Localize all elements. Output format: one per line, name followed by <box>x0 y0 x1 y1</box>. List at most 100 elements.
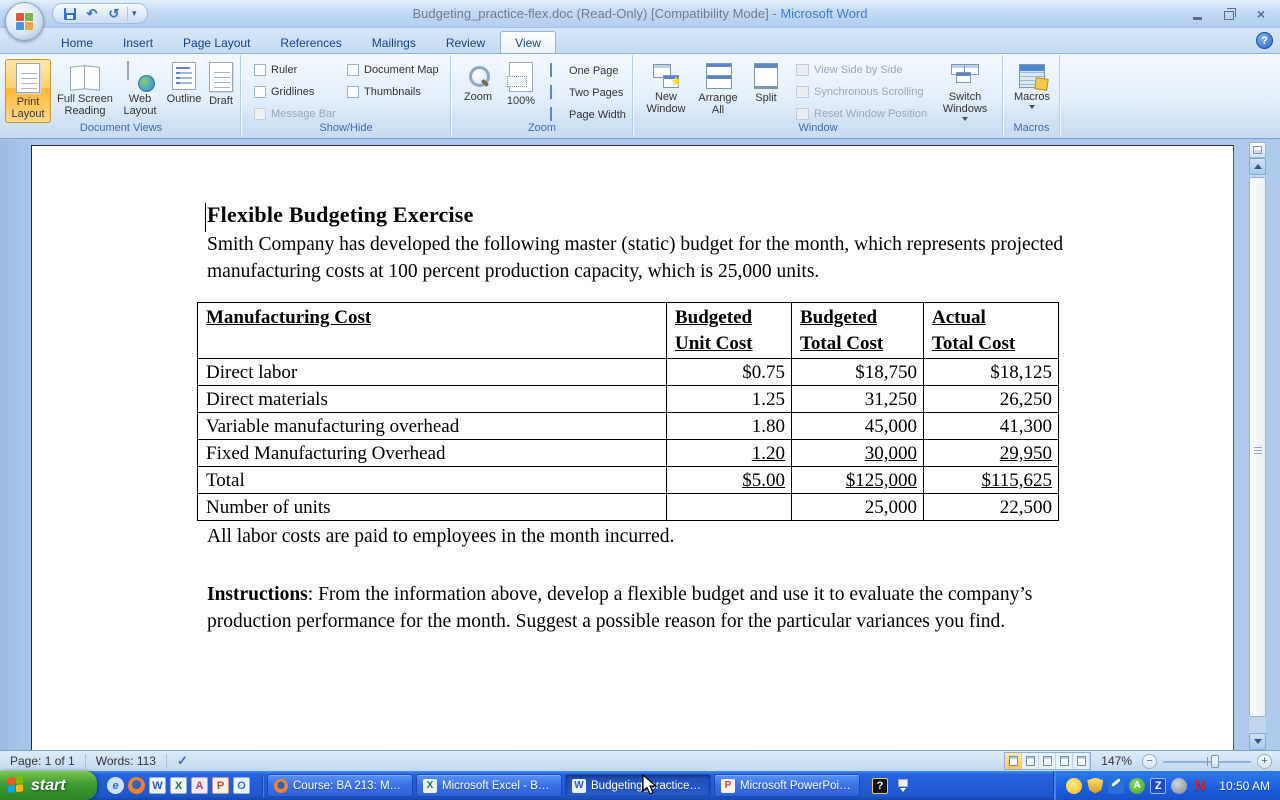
taskbar-clock[interactable]: 10:50 AM <box>1213 779 1270 793</box>
app-name-text: Microsoft Word <box>780 6 867 21</box>
tab-mailings[interactable]: Mailings <box>357 31 431 53</box>
web-layout-button[interactable]: Web Layout <box>118 59 162 123</box>
instructions-paragraph: Instructions: From the information above… <box>207 581 1069 635</box>
zoom-slider[interactable] <box>1163 754 1251 769</box>
document-page[interactable]: Flexible Budgeting Exercise Smith Compan… <box>31 145 1234 750</box>
statusbar-outline-button[interactable] <box>1056 753 1073 769</box>
task-word-budgeting-active[interactable]: W Budgeting_practice-fl... <box>565 774 711 797</box>
access-icon[interactable]: A <box>191 777 208 794</box>
close-button[interactable]: × <box>1252 7 1270 20</box>
zoom-slider-thumb[interactable] <box>1211 755 1219 768</box>
text-cursor <box>205 203 206 232</box>
office-button[interactable] <box>5 2 44 41</box>
scrollbar-track[interactable] <box>1249 175 1266 733</box>
table-row: Variable manufacturing overhead 1.80 45,… <box>198 413 1059 440</box>
firefox-icon[interactable] <box>128 777 145 794</box>
full-screen-reading-button[interactable]: Full Screen Reading <box>54 59 116 123</box>
arrange-all-button[interactable]: Arrange All <box>692 59 744 123</box>
page-width-button[interactable]: Page Width <box>550 108 626 121</box>
switch-windows-button[interactable]: Switch Windows <box>934 59 996 123</box>
task-powerpoint[interactable]: P Microsoft PowerPoint ... <box>714 774 860 797</box>
task-firefox-course[interactable]: Course: BA 213: Man... <box>267 774 413 797</box>
shield-tray-icon[interactable] <box>1087 778 1103 794</box>
group-macros: Macros Macros <box>1004 55 1060 137</box>
restore-icon <box>1224 11 1234 20</box>
view-ruler-toggle-button[interactable] <box>1249 142 1266 158</box>
statusbar-web-layout-button[interactable] <box>1039 753 1056 769</box>
table-total-row: Total $5.00 $125,000 $115,625 <box>198 467 1059 494</box>
draft-label: Draft <box>209 95 233 107</box>
tab-home[interactable]: Home <box>46 31 108 53</box>
statusbar-print-layout-button[interactable] <box>1005 753 1022 769</box>
z-app-tray-icon[interactable]: Z <box>1150 778 1166 794</box>
tools-tray-icon[interactable] <box>1108 778 1124 794</box>
print-layout-mini-icon <box>1009 756 1018 766</box>
scrollbar-thumb[interactable] <box>1249 177 1266 717</box>
header-budgeted-total-cost: BudgetedTotal Cost <box>792 303 924 359</box>
draft-button[interactable]: Draft <box>202 59 240 123</box>
tab-review[interactable]: Review <box>431 31 500 53</box>
zoom-100-button[interactable]: 100% <box>500 59 542 123</box>
statusbar-draft-button[interactable] <box>1073 753 1090 769</box>
statusbar-full-screen-button[interactable] <box>1022 753 1039 769</box>
scroll-down-button[interactable] <box>1249 733 1266 750</box>
audio-tray-icon[interactable] <box>1171 778 1187 794</box>
new-window-button[interactable]: New Window <box>642 59 690 123</box>
thumbnails-checkbox[interactable]: Thumbnails <box>347 86 421 98</box>
intro-paragraph: Smith Company has developed the followin… <box>207 231 1065 285</box>
tab-view[interactable]: View <box>500 31 556 53</box>
minimize-button[interactable] <box>1188 7 1206 20</box>
outline-button[interactable]: Outline <box>162 59 206 123</box>
help-button[interactable]: ? <box>1256 32 1273 49</box>
tab-insert[interactable]: Insert <box>108 31 168 53</box>
print-layout-button[interactable]: Print Layout <box>5 59 51 123</box>
zoom-level[interactable]: 147% <box>1097 754 1136 768</box>
ribbon-tab-strip: Home Insert Page Layout References Maili… <box>0 28 1280 53</box>
table-row: Direct materials 1.25 31,250 26,250 <box>198 386 1059 413</box>
macros-button[interactable]: Macros <box>1009 59 1055 123</box>
word-count[interactable]: Words: 113 <box>86 754 166 768</box>
powerpoint-icon[interactable]: P <box>212 777 229 794</box>
antivirus-tray-icon[interactable]: A <box>1129 778 1145 794</box>
zoom-button[interactable]: Zoom <box>458 59 498 123</box>
smiley-tray-icon[interactable] <box>1066 778 1082 794</box>
two-pages-icon <box>550 86 564 99</box>
one-page-button[interactable]: One Page <box>550 64 619 77</box>
document-title-text: Budgeting_practice-flex.doc (Read-Only) … <box>413 6 777 21</box>
split-button[interactable]: Split <box>746 59 786 123</box>
help-tray-icon[interactable]: ? <box>872 778 888 794</box>
zoom-in-button[interactable]: + <box>1257 754 1272 769</box>
outlook-icon[interactable]: O <box>233 777 250 794</box>
start-button[interactable]: start <box>0 771 97 800</box>
page-indicator[interactable]: Page: 1 of 1 <box>0 754 85 768</box>
system-tray: A Z N 10:50 AM <box>1053 771 1280 800</box>
restore-button[interactable] <box>1220 7 1238 20</box>
tab-references[interactable]: References <box>265 31 356 53</box>
page-width-icon <box>550 108 564 121</box>
netsupport-tray-icon[interactable]: N <box>1192 778 1208 794</box>
powerpoint-task-icon: P <box>721 779 735 793</box>
header-actual-total-cost: ActualTotal Cost <box>924 303 1059 359</box>
document-map-checkbox[interactable]: Document Map <box>347 64 439 76</box>
task-excel-budget[interactable]: X Microsoft Excel - Bud... <box>416 774 562 797</box>
hidden-icons-button[interactable] <box>898 779 908 792</box>
view-side-by-side-label: View Side by Side <box>814 64 902 76</box>
thumbnails-label: Thumbnails <box>364 86 421 98</box>
proofing-status-icon[interactable]: ✓ <box>167 753 198 769</box>
excel-task-icon: X <box>423 779 437 793</box>
view-side-by-side-icon <box>796 64 809 76</box>
group-label-zoom: Zoom <box>452 122 632 136</box>
scroll-up-button[interactable] <box>1249 158 1266 175</box>
ruler-checkbox[interactable]: Ruler <box>254 64 297 76</box>
internet-explorer-icon[interactable]: e <box>107 777 124 794</box>
zoom-out-button[interactable]: − <box>1142 754 1157 769</box>
header-budgeted-unit-cost: BudgetedUnit Cost <box>667 303 792 359</box>
two-pages-button[interactable]: Two Pages <box>550 86 623 99</box>
excel-icon[interactable]: X <box>170 777 187 794</box>
tab-page-layout[interactable]: Page Layout <box>168 31 265 53</box>
quick-launch-bar: e W X A P O <box>97 777 258 794</box>
word-icon[interactable]: W <box>149 777 166 794</box>
windows-logo-icon <box>8 776 25 795</box>
gridlines-checkbox[interactable]: Gridlines <box>254 86 314 98</box>
document-map-label: Document Map <box>364 64 439 76</box>
